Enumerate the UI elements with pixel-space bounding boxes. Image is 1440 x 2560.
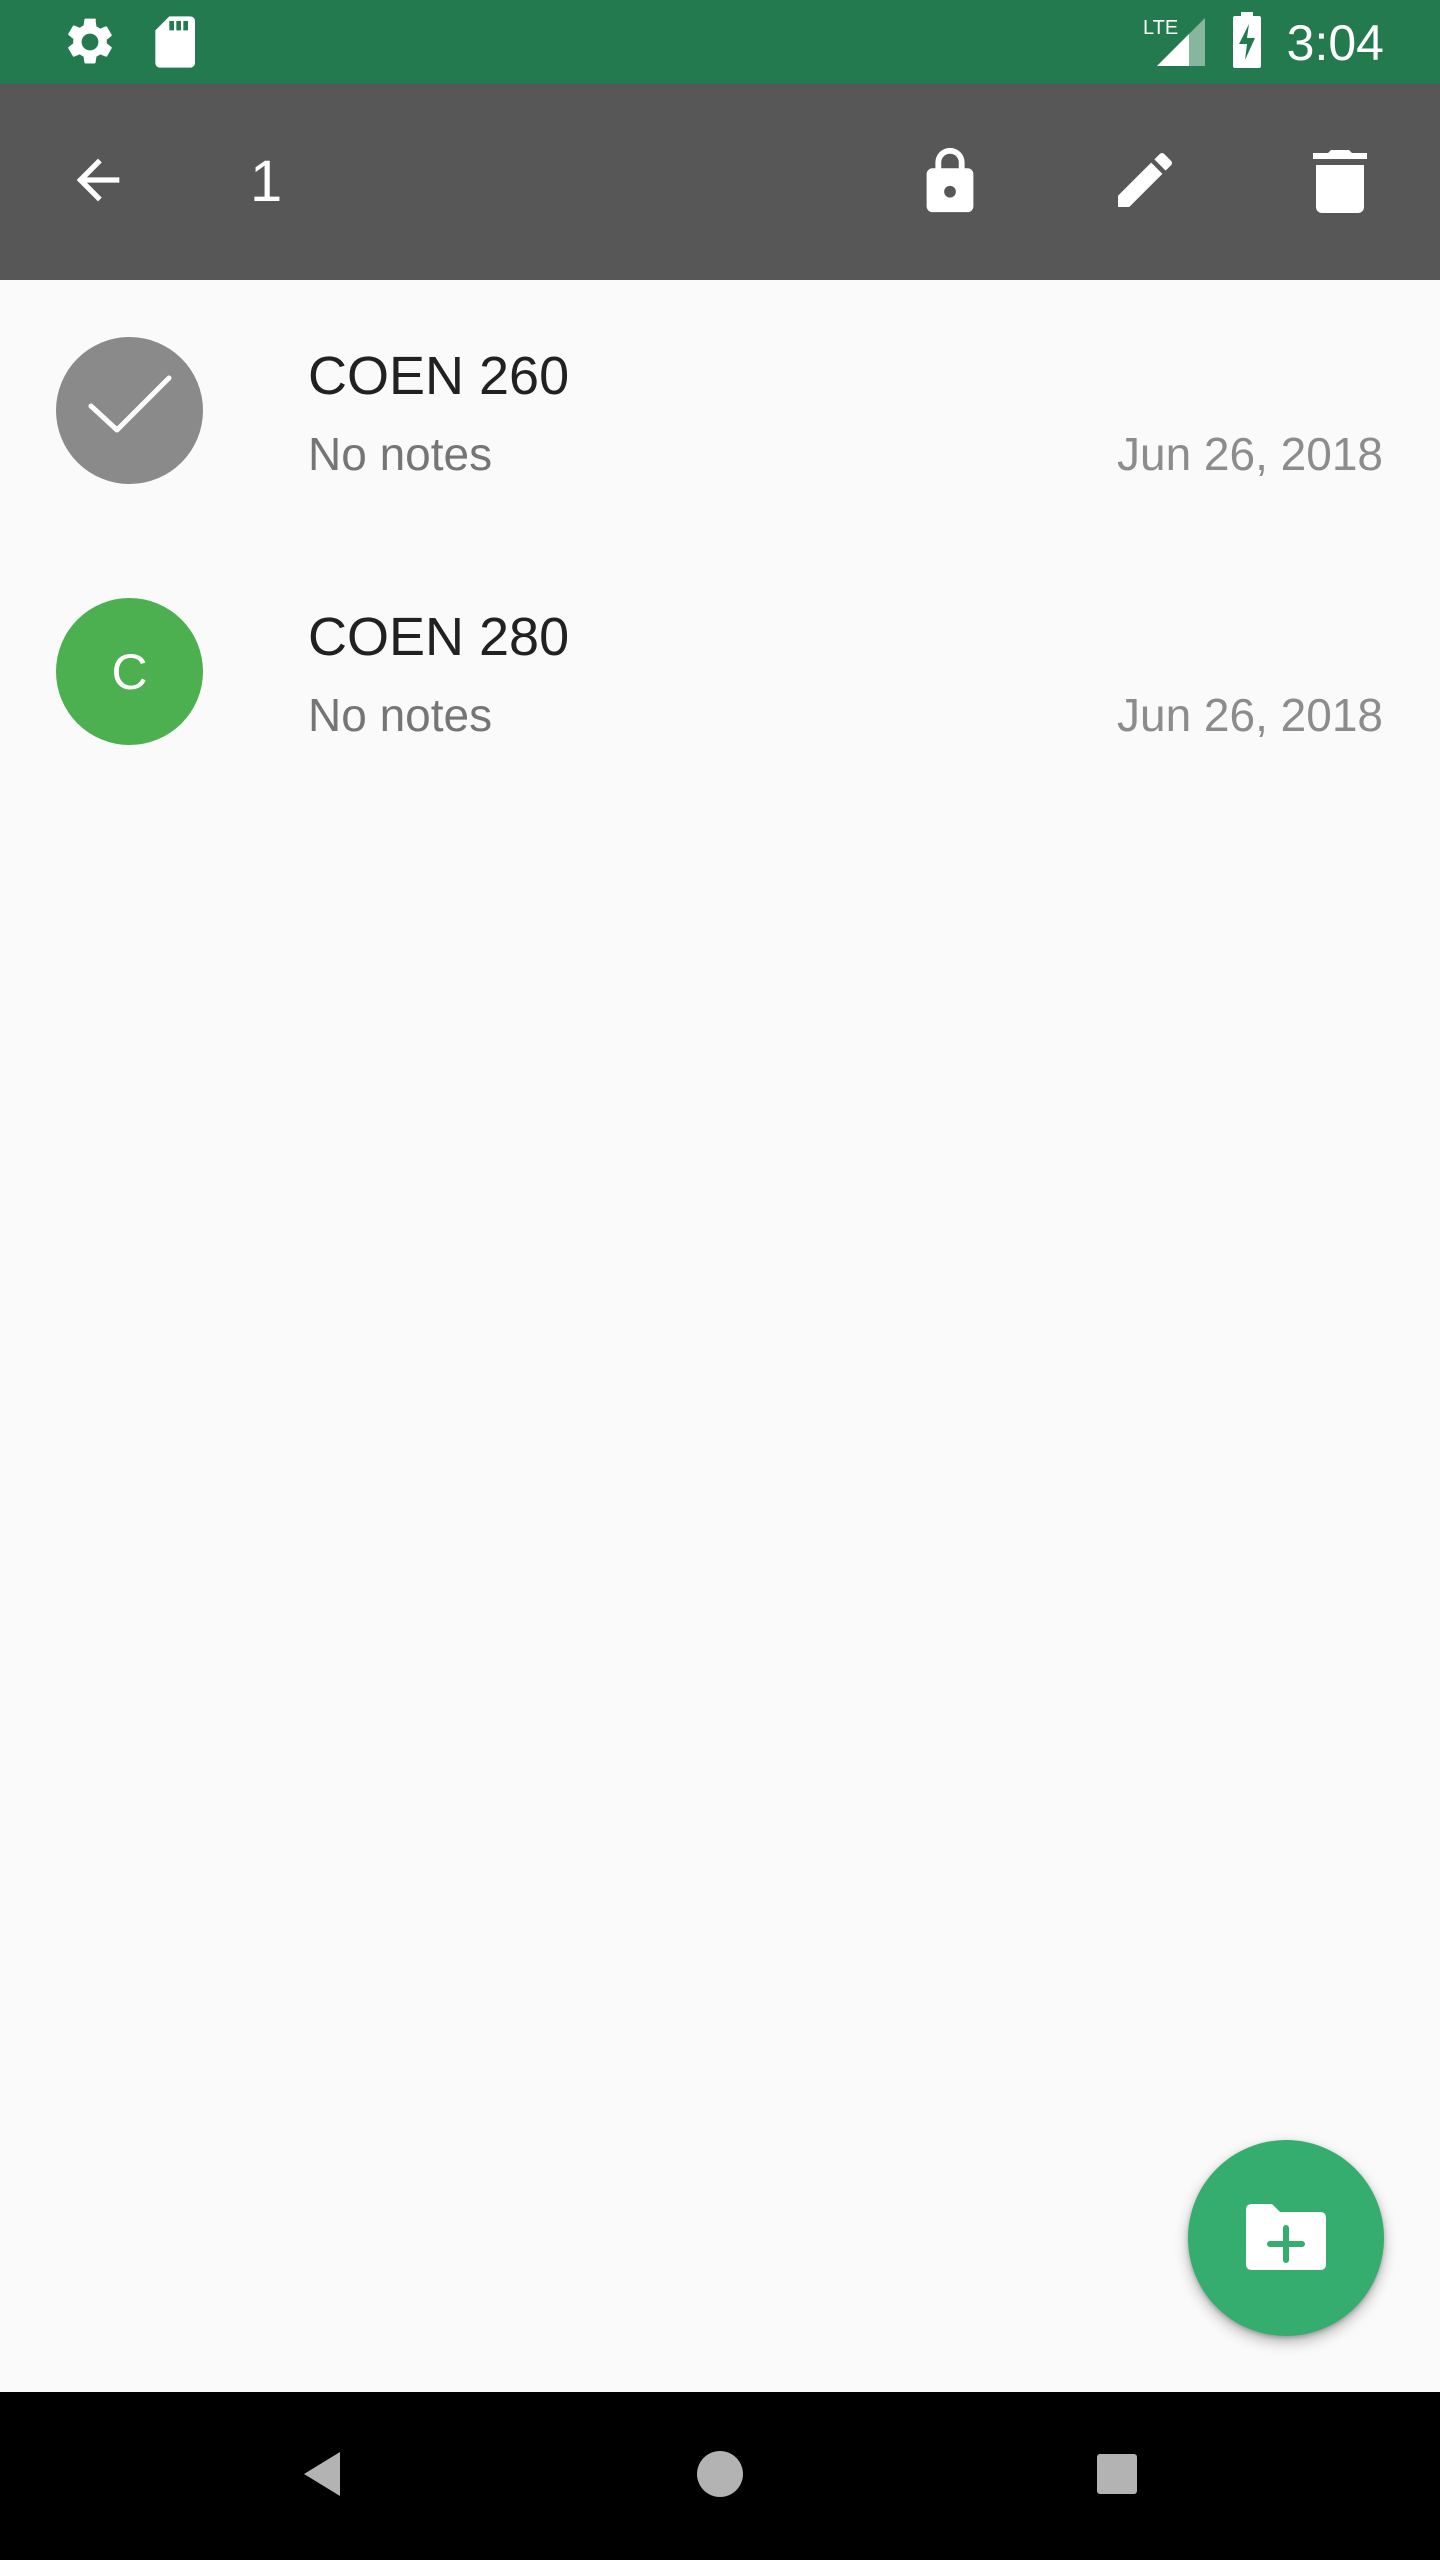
edit-pencil-icon [1109,144,1181,221]
back-button[interactable] [56,84,140,280]
notebook-list: COEN 260 No notes Jun 26, 2018 C COEN 28… [0,280,1440,802]
list-item[interactable]: C COEN 280 No notes Jun 26, 2018 [0,541,1440,802]
delete-button[interactable] [1300,84,1380,280]
contextual-action-bar: 1 [0,84,1440,280]
notebook-title: COEN 260 [308,346,570,406]
notebook-title: COEN 280 [308,607,570,667]
settings-icon [62,14,118,75]
avatar-letter: C [111,643,148,700]
notebook-date: Jun 26, 2018 [1116,689,1383,741]
nav-back-icon [300,2448,344,2505]
notebook-notes: No notes [308,689,493,741]
lock-icon [914,142,986,223]
status-bar: LTE 3:04 [0,0,1440,84]
avatar[interactable]: C [56,598,203,745]
checkmark-icon [85,370,175,452]
add-notebook-fab[interactable] [1188,2140,1384,2336]
delete-trash-icon [1310,144,1370,221]
back-arrow-icon [66,148,130,217]
avatar[interactable] [56,337,203,484]
nav-recents-button[interactable] [1057,2392,1177,2560]
nav-back-button[interactable] [262,2392,382,2560]
network-label: LTE [1143,17,1178,39]
notebook-notes: No notes [308,428,493,480]
sd-card-icon [150,14,198,75]
nav-recents-icon [1095,2452,1139,2501]
nav-home-button[interactable] [660,2392,780,2560]
edit-button[interactable] [1105,84,1185,280]
nav-home-icon [695,2449,745,2504]
status-time: 3:04 [1286,14,1384,71]
notebook-date: Jun 26, 2018 [1116,428,1383,480]
add-folder-icon [1242,2200,1330,2277]
list-item[interactable]: COEN 260 No notes Jun 26, 2018 [0,280,1440,541]
selected-count: 1 [250,149,283,214]
system-nav-bar [0,2392,1440,2560]
battery-charging-icon [1231,12,1263,73]
signal-icon: LTE [1143,12,1207,73]
lock-button[interactable] [910,84,990,280]
